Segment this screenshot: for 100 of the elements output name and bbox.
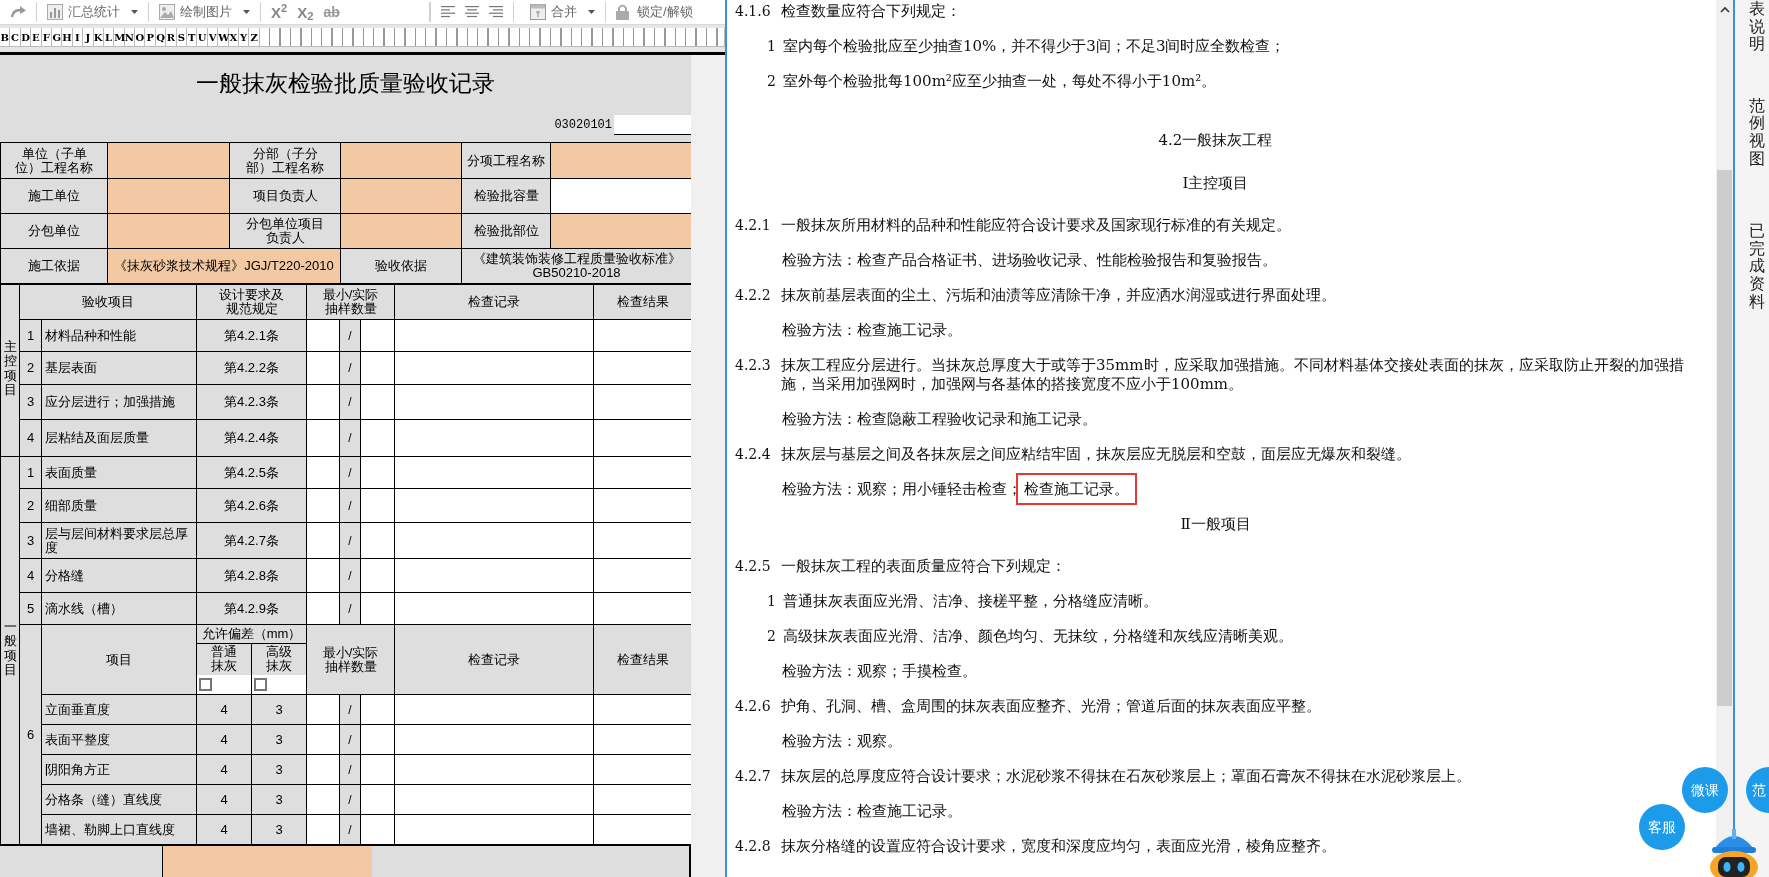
column-header[interactable]: C	[10, 28, 21, 46]
slash-mark: /	[348, 328, 352, 343]
table-cell[interactable]	[593, 522, 692, 559]
column-header[interactable]: Q	[155, 28, 167, 46]
column-header[interactable]: L	[103, 28, 115, 46]
column-header[interactable]: U	[197, 28, 208, 46]
table-cell[interactable]	[394, 351, 594, 385]
summary-menu-button[interactable]: 汇总统计	[47, 2, 138, 22]
subscript-button[interactable]: X$_{2}$	[297, 4, 314, 20]
column-header[interactable]: P	[145, 28, 156, 46]
table-cell[interactable]	[593, 488, 692, 523]
required-field[interactable]: 《抹灰砂浆技术规程》JGJ/T220-2010	[107, 248, 341, 284]
column-header[interactable]: Y	[239, 28, 250, 46]
method-text: 检验方法：检查产品合格证书、进场验收记录、性能检验报告和复验报告。	[782, 251, 1277, 269]
column-header[interactable]: R	[166, 28, 177, 46]
table-cell[interactable]	[360, 592, 395, 625]
table-cell[interactable]	[360, 522, 395, 559]
scrollbar-thumb[interactable]	[1717, 170, 1732, 706]
column-header: 最小/实际抽样数量	[306, 624, 395, 695]
item-text: 高级抹灰表面应光滑、洁净、颜色均匀、无抹纹，分格缝和灰线应清晰美观。	[783, 627, 1294, 646]
code-input-field[interactable]	[614, 115, 691, 135]
required-field[interactable]	[107, 142, 230, 179]
table-cell[interactable]	[360, 724, 395, 755]
picture-menu-button[interactable]: 绘制图片	[159, 2, 250, 22]
required-field[interactable]	[550, 142, 692, 179]
required-field[interactable]	[107, 178, 230, 214]
table-cell[interactable]	[394, 558, 594, 593]
table-cell[interactable]	[593, 319, 692, 352]
table-cell[interactable]	[394, 419, 594, 457]
table-cell[interactable]	[360, 488, 395, 523]
tolerance-value: 4	[196, 814, 252, 845]
table-cell[interactable]	[394, 319, 594, 352]
required-field[interactable]	[340, 213, 462, 249]
table-cell[interactable]	[593, 384, 692, 420]
column-header[interactable]: O	[135, 28, 146, 46]
input-field[interactable]	[550, 178, 692, 214]
required-field[interactable]	[550, 213, 692, 249]
side-tab[interactable]: 已完成资料	[1749, 222, 1765, 311]
table-cell[interactable]	[593, 724, 692, 755]
column-header[interactable]: Z	[249, 28, 260, 46]
column-header[interactable]: G	[51, 28, 63, 46]
table-icon	[529, 4, 546, 20]
required-field[interactable]	[340, 142, 462, 179]
table-cell[interactable]	[394, 814, 594, 845]
required-field[interactable]	[107, 213, 230, 249]
table-cell[interactable]	[360, 319, 395, 352]
column-header[interactable]: D	[20, 28, 32, 46]
table-cell[interactable]	[360, 754, 395, 785]
table-cell[interactable]	[394, 784, 594, 815]
table-cell[interactable]	[593, 351, 692, 385]
table-cell[interactable]	[593, 784, 692, 815]
required-field[interactable]	[340, 178, 462, 214]
column-header[interactable]: K	[93, 28, 104, 46]
table-cell[interactable]	[593, 814, 692, 845]
label-cell: 分包单位项目负责人	[229, 213, 341, 249]
table-cell[interactable]	[360, 384, 395, 420]
table-cell[interactable]	[394, 724, 594, 755]
column-header[interactable]: S	[176, 28, 188, 46]
column-header[interactable]: N	[124, 28, 136, 46]
superscript-button[interactable]: X$^{2}$	[271, 4, 288, 20]
checkbox[interactable]	[199, 677, 212, 691]
table-cell[interactable]	[360, 456, 395, 489]
column-header: 检查记录	[394, 284, 594, 320]
column-header[interactable]: I	[72, 28, 84, 46]
item-number: 1	[767, 592, 777, 611]
table-cell[interactable]	[360, 419, 395, 457]
table-cell[interactable]	[394, 592, 594, 625]
column-header[interactable]: B	[0, 28, 11, 46]
checkbox[interactable]	[254, 677, 267, 691]
table-cell[interactable]	[360, 558, 395, 593]
table-cell[interactable]	[394, 384, 594, 420]
table-cell[interactable]	[394, 488, 594, 523]
table-cell[interactable]	[593, 419, 692, 457]
table-cell[interactable]	[593, 456, 692, 489]
label-cell: 分项工程名称	[461, 142, 551, 179]
side-tab[interactable]: 表说明	[1749, 0, 1765, 53]
column-header[interactable]: E	[31, 28, 42, 46]
table-cell[interactable]	[593, 592, 692, 625]
table-cell[interactable]	[394, 694, 594, 725]
column-header[interactable]: F	[41, 28, 52, 46]
table-cell[interactable]	[394, 456, 594, 489]
table-cell[interactable]	[360, 814, 395, 845]
column-header[interactable]: V	[207, 28, 219, 46]
table-cell[interactable]	[394, 522, 594, 559]
table-cell[interactable]	[360, 784, 395, 815]
table-cell[interactable]	[360, 694, 395, 725]
required-field[interactable]	[163, 846, 372, 877]
table-cell[interactable]	[593, 694, 692, 725]
table-cell[interactable]	[360, 351, 395, 385]
column-header[interactable]: T	[187, 28, 198, 46]
column-header[interactable]: H	[62, 28, 73, 46]
column-header[interactable]: M	[114, 28, 125, 46]
lock-button[interactable]: 锁定/解锁	[615, 2, 693, 22]
column-header[interactable]: W	[218, 28, 229, 46]
merge-menu-button[interactable]: 合并	[529, 2, 595, 22]
table-cell[interactable]	[394, 754, 594, 785]
column-header[interactable]: J	[83, 28, 94, 46]
table-cell[interactable]	[593, 754, 692, 785]
table-cell[interactable]	[593, 558, 692, 593]
side-tab[interactable]: 范例视图	[1749, 96, 1765, 168]
